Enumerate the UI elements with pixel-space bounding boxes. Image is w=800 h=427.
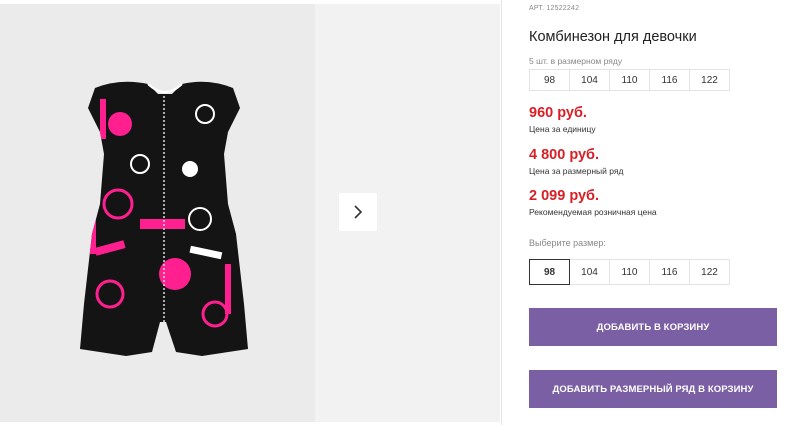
add-size-row-to-cart-button[interactable]: ДОБАВИТЬ РАЗМЕРНЫЙ РЯД В КОРЗИНУ	[529, 370, 777, 408]
product-gallery	[0, 0, 500, 425]
size-row-price: 4 800 руб.	[529, 147, 600, 163]
size-option-110[interactable]: 110	[609, 259, 650, 285]
size-selector: 98 104 110 116 122	[529, 259, 730, 285]
gallery-next-button[interactable]	[339, 193, 377, 231]
size-row-caption: 5 шт. в размерном ряду	[529, 56, 623, 66]
size-row-cell: 104	[569, 69, 610, 91]
product-photo[interactable]	[0, 4, 315, 422]
size-row-cell: 98	[529, 69, 570, 91]
size-row-cell: 110	[609, 69, 650, 91]
size-option-104[interactable]: 104	[569, 259, 610, 285]
size-option-98[interactable]: 98	[529, 259, 570, 285]
retail-price: 2 099 руб.	[529, 188, 600, 204]
choose-size-label: Выберите размер:	[529, 238, 606, 248]
unit-price: 960 руб.	[529, 105, 587, 121]
product-sku: АРТ. 12522242	[529, 5, 580, 12]
product-title: Комбинезон для девочки	[529, 29, 697, 45]
romper-image	[80, 81, 248, 356]
retail-price-label: Рекомендуемая розничная цена	[529, 207, 657, 217]
size-row-list: 98 104 110 116 122	[529, 69, 730, 91]
unit-price-label: Цена за единицу	[529, 124, 596, 134]
size-option-122[interactable]: 122	[689, 259, 730, 285]
divider	[501, 0, 502, 425]
size-row-cell: 122	[689, 69, 730, 91]
size-row-cell: 116	[649, 69, 690, 91]
size-option-116[interactable]: 116	[649, 259, 690, 285]
chevron-right-icon	[354, 205, 363, 219]
size-row-price-label: Цена за размерный ряд	[529, 166, 624, 176]
add-to-cart-button[interactable]: ДОБАВИТЬ В КОРЗИНУ	[529, 308, 777, 346]
